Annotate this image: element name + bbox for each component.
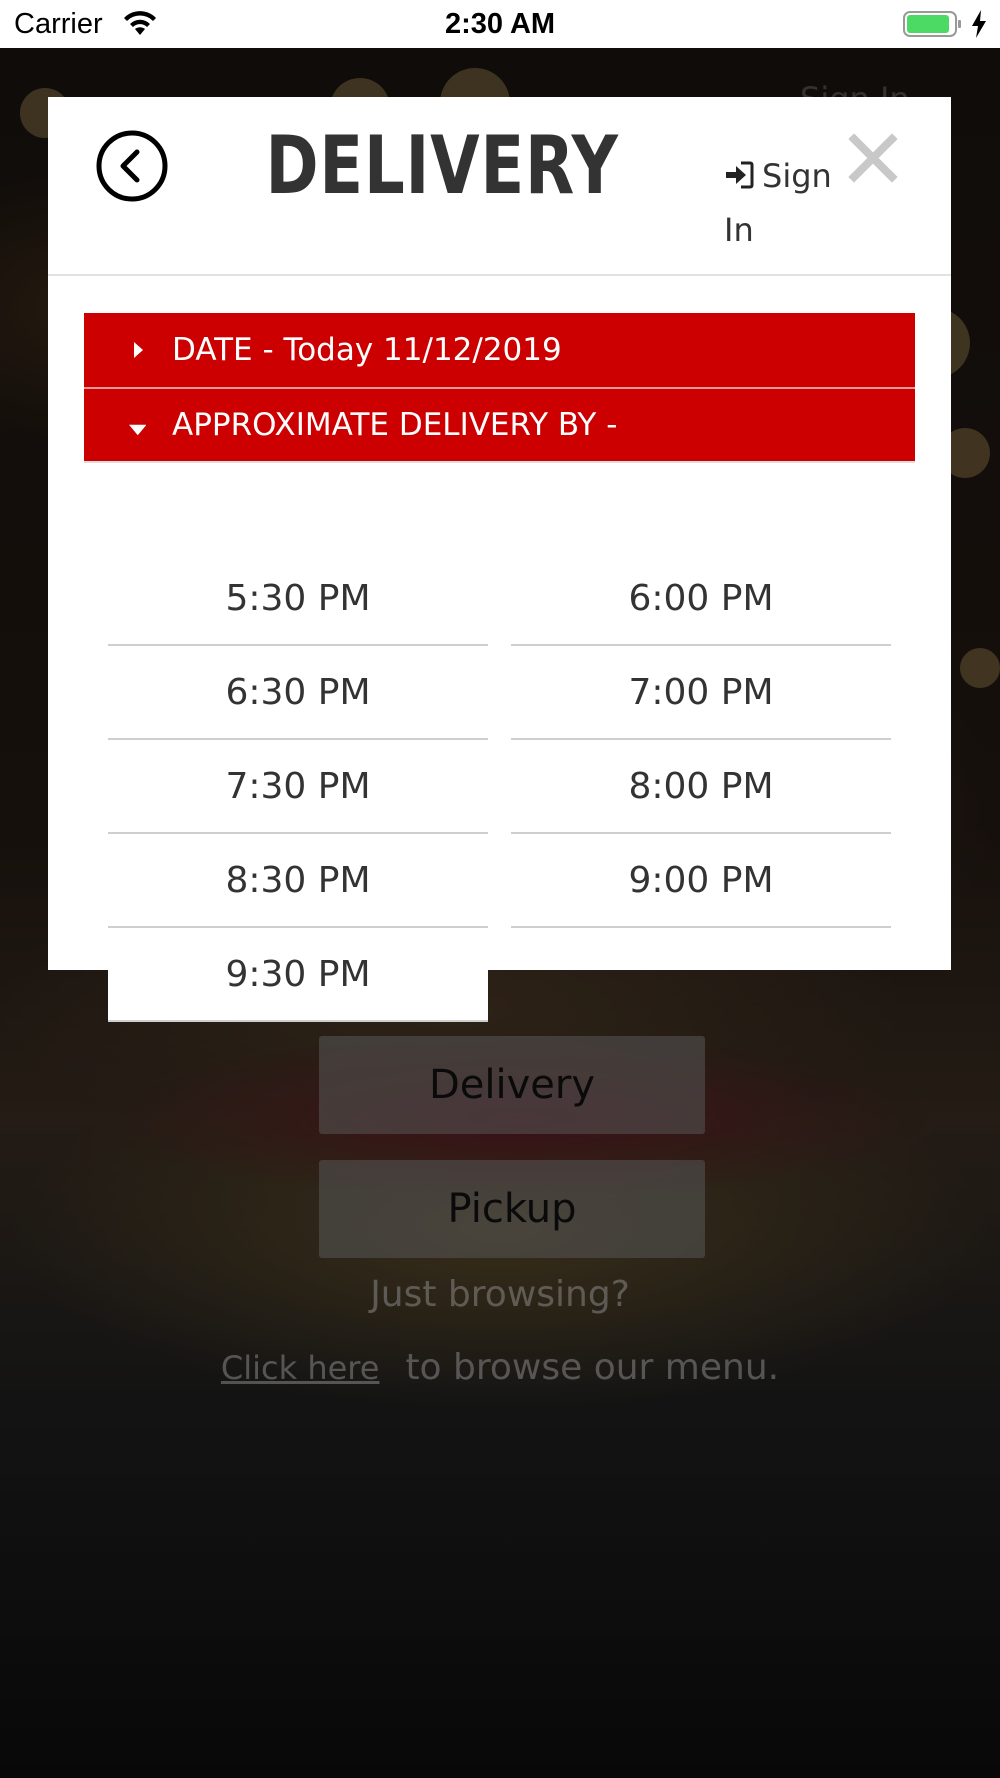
time-slot[interactable]: 7:00 PM <box>511 646 891 740</box>
modal-title: DELIVERY <box>265 119 619 212</box>
delivery-modal: DELIVERY Sign In DATE - Today 11/12/2019… <box>48 97 951 1022</box>
signin-link[interactable]: Sign In <box>724 149 844 257</box>
approx-delivery-row[interactable]: APPROXIMATE DELIVERY BY - <box>84 387 915 461</box>
status-bar: Carrier 2:30 AM <box>0 0 1000 48</box>
caret-right-icon <box>134 342 143 358</box>
battery-icon <box>903 11 961 37</box>
approx-delivery-label: APPROXIMATE DELIVERY BY - <box>172 407 618 443</box>
date-row-label: DATE - Today 11/12/2019 <box>172 332 562 368</box>
charging-bolt-icon <box>972 10 986 38</box>
time-slot[interactable]: 6:00 PM <box>511 552 891 646</box>
time-slot[interactable]: 5:30 PM <box>108 552 488 646</box>
time-slot[interactable]: 7:30 PM <box>108 740 488 834</box>
delivery-accordion: DATE - Today 11/12/2019 APPROXIMATE DELI… <box>84 313 915 463</box>
close-icon[interactable] <box>848 133 898 183</box>
time-slot[interactable]: 9:00 PM <box>511 834 891 928</box>
back-icon[interactable] <box>96 130 168 202</box>
date-row[interactable]: DATE - Today 11/12/2019 <box>84 313 915 387</box>
time-slot[interactable]: 8:00 PM <box>511 740 891 834</box>
sign-in-icon <box>726 161 754 189</box>
modal-header: DELIVERY Sign In <box>48 97 951 276</box>
status-time: 2:30 AM <box>444 8 556 40</box>
time-slot[interactable]: 9:30 PM <box>108 928 488 1022</box>
time-slot[interactable]: 8:30 PM <box>108 834 488 928</box>
accordion-divider <box>84 461 915 463</box>
caret-down-icon <box>129 424 146 436</box>
time-slot[interactable]: 6:30 PM <box>108 646 488 740</box>
